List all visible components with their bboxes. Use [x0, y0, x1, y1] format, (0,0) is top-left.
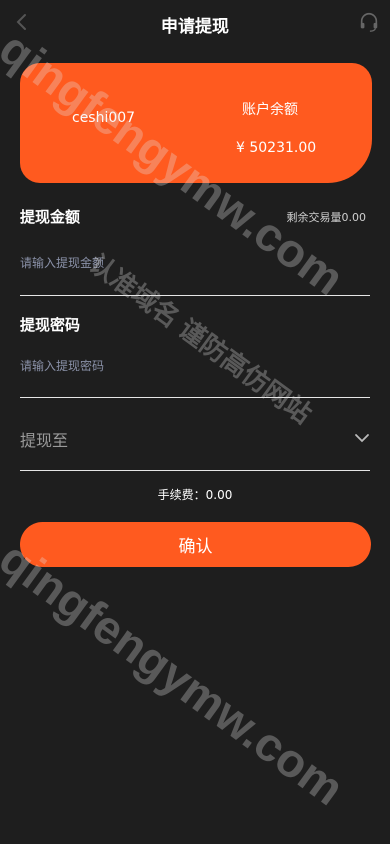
- account-name: ceshi007: [72, 110, 136, 126]
- withdraw-to-select[interactable]: 提现至: [20, 422, 372, 454]
- confirm-button[interactable]: 确认: [20, 522, 371, 567]
- top-bar: 申请提现: [0, 0, 390, 44]
- password-input[interactable]: [20, 354, 370, 378]
- amount-divider: [20, 295, 370, 296]
- chevron-down-icon: [355, 434, 369, 443]
- page-title: 申请提现: [161, 17, 229, 37]
- fee-text: 手续费：0.00: [157, 488, 233, 502]
- amount-section-title: 提现金额: [20, 208, 81, 226]
- customer-service-button[interactable]: [358, 11, 380, 33]
- withdraw-to-divider: [20, 470, 370, 471]
- remaining-volume: 剩余交易量0.00: [286, 211, 367, 224]
- watermark-bottom: qingfengymw.com: [0, 530, 354, 816]
- password-divider: [20, 397, 370, 398]
- headset-icon: [360, 12, 378, 32]
- balance-label: 账户余额: [242, 102, 298, 118]
- password-section-title: 提现密码: [20, 316, 81, 334]
- withdraw-to-label: 提现至: [20, 431, 69, 450]
- amount-input[interactable]: [20, 251, 370, 275]
- balance-value: ¥ 50231.00: [236, 140, 317, 156]
- balance-card: ceshi007 账户余额 ¥ 50231.00: [20, 63, 372, 183]
